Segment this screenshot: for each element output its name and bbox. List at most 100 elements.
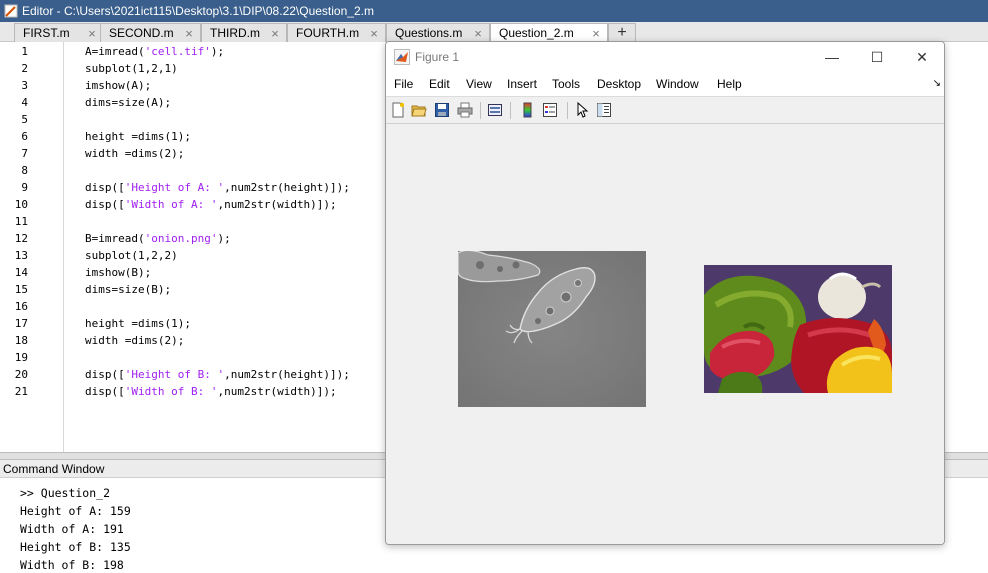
command-output-line: Height of A: 159 [20,504,131,518]
code-line[interactable]: imshow(A); [85,79,151,92]
code-line[interactable]: disp(['Width of B: ',num2str(width)]); [85,385,337,398]
print-icon[interactable] [457,102,473,118]
code-text: disp([ [85,181,125,194]
line-number: 13 [14,249,28,262]
open-file-icon[interactable] [411,102,427,118]
edit-plot-icon[interactable] [575,102,591,118]
tab-second[interactable]: SECOND.m × [100,23,201,42]
code-text: disp([ [85,198,125,211]
code-line[interactable]: A=imread('cell.tif'); [85,45,224,58]
figure-canvas[interactable] [386,124,944,544]
menu-view[interactable]: View [466,77,492,91]
figure-titlebar[interactable]: Figure 1 — ☐ ✕ [386,42,944,72]
code-text: width =dims(2); [85,147,185,160]
code-line[interactable]: disp(['Width of A: ',num2str(width)]); [85,198,337,211]
line-number: 4 [21,96,28,109]
close-icon[interactable]: × [367,26,381,41]
close-icon[interactable]: × [182,26,196,41]
code-text: ,num2str(height)]); [224,368,350,381]
code-line[interactable]: height =dims(1); [85,130,191,143]
matlab-logo-icon [394,49,410,65]
code-text: ); [217,232,231,245]
tab-label: Questions.m [395,26,463,40]
string-literal: 'Width of B: ' [124,385,218,398]
code-line[interactable]: dims=size(B); [85,283,171,296]
tab-questions[interactable]: Questions.m × [386,23,490,42]
onion-image [704,265,892,393]
code-text: ,num2str(width)]); [217,198,337,211]
code-text: ,num2str(width)]); [217,385,337,398]
code-text: imshow(B); [85,266,152,279]
line-number: 15 [14,283,28,296]
menu-window[interactable]: Window [656,77,699,91]
close-icon[interactable]: × [471,26,485,41]
minimize-button[interactable]: — [810,46,854,68]
string-literal: 'Width of A: ' [124,198,218,211]
close-button[interactable]: ✕ [900,46,944,68]
menu-tools[interactable]: Tools [552,77,580,91]
line-number: 19 [14,351,28,364]
line-number: 8 [21,164,28,177]
property-inspector-icon[interactable] [596,102,612,118]
close-icon[interactable]: × [589,26,603,41]
code-line[interactable]: B=imread('onion.png'); [85,232,231,245]
legend-icon[interactable] [542,102,558,118]
code-text: B=imread( [85,232,145,245]
toolbar-separator [567,102,568,119]
line-number: 20 [14,368,28,381]
menu-file[interactable]: File [394,77,413,91]
code-line[interactable]: dims=size(A); [85,96,171,109]
line-number: 10 [14,198,28,211]
code-line[interactable]: width =dims(2); [85,147,184,160]
matlab-editor-icon [4,4,18,18]
code-text: disp([ [85,368,125,381]
code-text: dims=size(A); [85,96,172,109]
editor-titlebar: Editor - C:\Users\2021ict115\Desktop\3.1… [0,0,988,22]
figure-window[interactable]: Figure 1 — ☐ ✕ File Edit View Insert Too… [385,41,945,545]
add-tab-button[interactable]: + [608,23,636,42]
code-line[interactable]: height =dims(1); [85,317,191,330]
line-number: 16 [14,300,28,313]
line-number: 6 [21,130,28,143]
close-icon[interactable]: × [268,26,282,41]
tab-label: FIRST.m [23,26,70,40]
save-icon[interactable] [434,102,450,118]
tab-third[interactable]: THIRD.m × [201,23,287,42]
menu-edit[interactable]: Edit [429,77,450,91]
line-number: 5 [21,113,28,126]
tab-fourth[interactable]: FOURTH.m × [287,23,386,42]
tab-question-2[interactable]: Question_2.m × [490,23,608,42]
code-line[interactable]: imshow(B); [85,266,151,279]
string-literal: 'onion.png' [144,232,218,245]
command-line: >> Question_2 [20,486,111,500]
colorbar-icon[interactable] [520,102,536,118]
tab-label: Question_2.m [499,26,574,40]
dock-arrow-icon[interactable]: ↘ [933,78,941,89]
line-number: 21 [14,385,28,398]
menu-help[interactable]: Help [717,77,742,91]
close-icon[interactable]: × [85,26,99,41]
tab-first[interactable]: FIRST.m × [14,23,104,42]
code-line[interactable]: subplot(1,2,2) [85,249,178,262]
line-number: 18 [14,334,28,347]
code-line[interactable]: subplot(1,2,1) [85,62,178,75]
code-line[interactable]: disp(['Height of B: ',num2str(height)]); [85,368,350,381]
menu-insert[interactable]: Insert [507,77,537,91]
code-text: A=imread( [85,45,145,58]
link-plot-icon[interactable] [487,102,503,118]
file-tab-bar: FIRST.m × SECOND.m × THIRD.m × FOURTH.m … [0,22,988,42]
menu-desktop[interactable]: Desktop [597,77,641,91]
line-number: 7 [21,147,28,160]
code-line[interactable]: width =dims(2); [85,334,184,347]
window-title: Editor - C:\Users\2021ict115\Desktop\3.1… [22,4,374,18]
string-literal: 'cell.tif' [144,45,211,58]
toolbar-separator [510,102,511,119]
string-literal: 'Height of A: ' [124,181,225,194]
code-text: height =dims(1); [85,317,191,330]
code-line[interactable]: disp(['Height of A: ',num2str(height)]); [85,181,350,194]
tab-label: SECOND.m [109,26,174,40]
new-figure-icon[interactable] [390,102,406,118]
line-number: 12 [14,232,28,245]
line-number: 17 [14,317,28,330]
maximize-button[interactable]: ☐ [855,46,899,68]
